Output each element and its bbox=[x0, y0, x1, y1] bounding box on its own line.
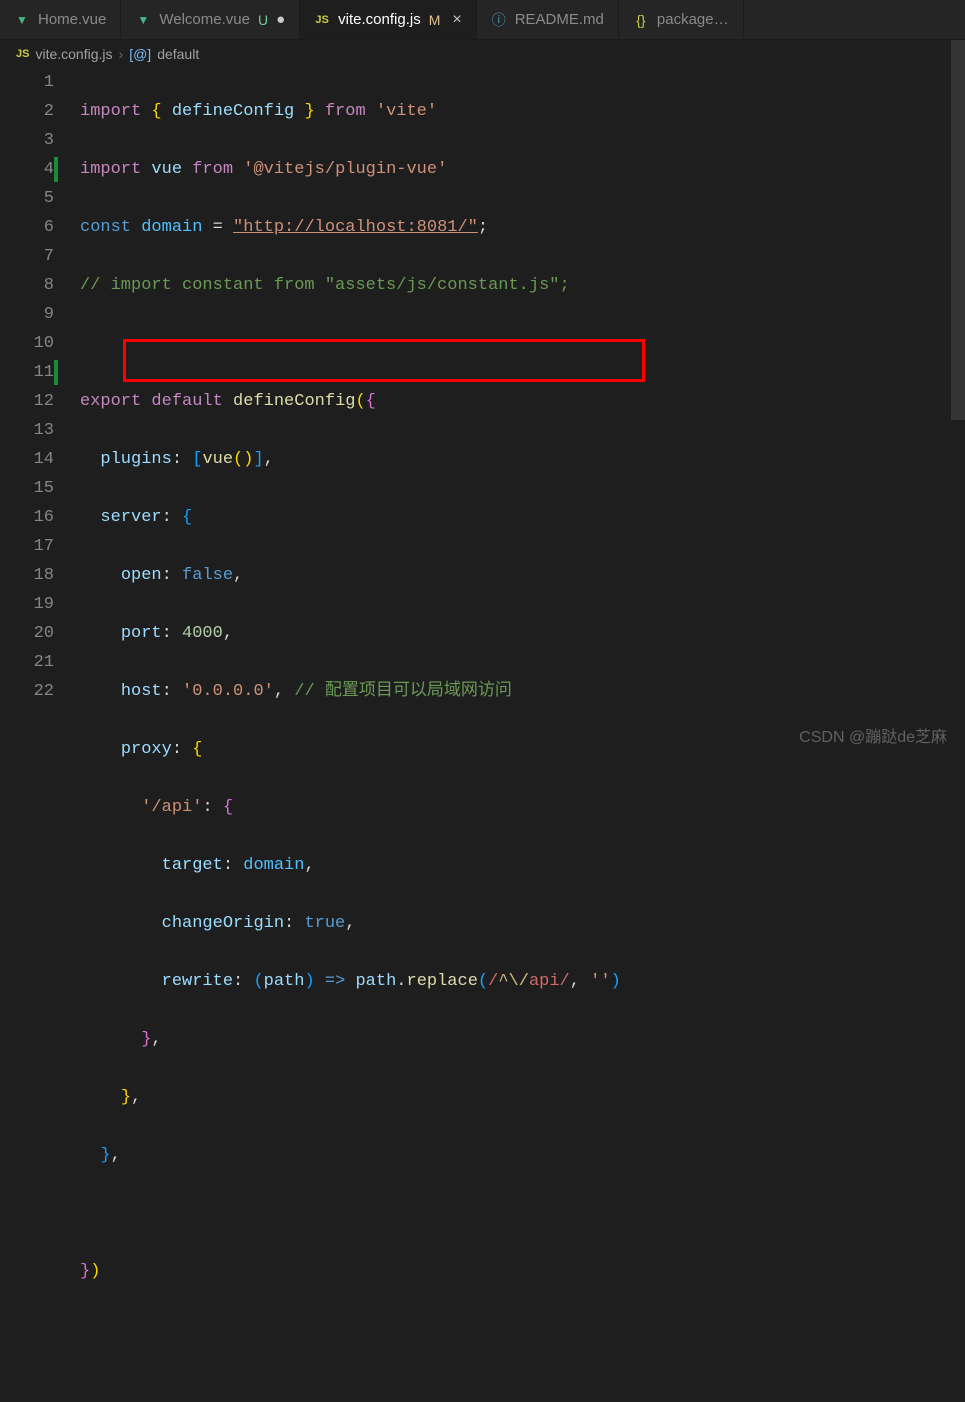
line-number: 19 bbox=[0, 590, 54, 619]
tab-label: package… bbox=[657, 11, 729, 28]
tab-label: vite.config.js bbox=[338, 11, 421, 28]
breadcrumb[interactable]: JS vite.config.js › [@] default bbox=[0, 40, 965, 68]
symbol-icon: [@] bbox=[129, 46, 151, 62]
line-number: 16 bbox=[0, 503, 54, 532]
line-number: 9 bbox=[0, 300, 54, 329]
breadcrumb-symbol: default bbox=[157, 46, 199, 62]
tab-home-vue[interactable]: ▼ Home.vue bbox=[0, 0, 121, 39]
tab-label: Welcome.vue bbox=[159, 11, 250, 28]
tab-vite-config[interactable]: JS vite.config.js M × bbox=[300, 0, 477, 39]
chevron-right-icon: › bbox=[119, 46, 124, 62]
line-number: 8 bbox=[0, 271, 54, 300]
line-number-gutter: 1 2 3 4 5 6 7 8 9 10 11 12 13 14 15 16 1… bbox=[0, 68, 80, 1402]
dirty-indicator: ● bbox=[276, 11, 285, 28]
line-number: 17 bbox=[0, 532, 54, 561]
line-number: 10 bbox=[0, 329, 54, 358]
git-status-untracked: U bbox=[258, 12, 268, 28]
line-number: 15 bbox=[0, 474, 54, 503]
line-number: 6 bbox=[0, 213, 54, 242]
line-number: 13 bbox=[0, 416, 54, 445]
vue-icon: ▼ bbox=[14, 12, 30, 28]
line-number: 18 bbox=[0, 561, 54, 590]
line-number: 3 bbox=[0, 126, 54, 155]
tab-label: Home.vue bbox=[38, 11, 106, 28]
line-number: 11 bbox=[0, 358, 54, 387]
line-number: 1 bbox=[0, 68, 54, 97]
code-content[interactable]: import { defineConfig } from 'vite' impo… bbox=[80, 68, 965, 1402]
line-number: 22 bbox=[0, 677, 54, 706]
line-number: 14 bbox=[0, 445, 54, 474]
info-icon: ⓘ bbox=[491, 12, 507, 28]
tab-label: README.md bbox=[515, 11, 604, 28]
line-number: 21 bbox=[0, 648, 54, 677]
line-number: 20 bbox=[0, 619, 54, 648]
tab-welcome-vue[interactable]: ▼ Welcome.vue U ● bbox=[121, 0, 300, 39]
tab-package[interactable]: {} package… bbox=[619, 0, 744, 39]
line-number: 5 bbox=[0, 184, 54, 213]
js-icon: JS bbox=[314, 12, 330, 28]
vertical-scrollbar[interactable] bbox=[951, 40, 965, 757]
line-number: 2 bbox=[0, 97, 54, 126]
line-number: 12 bbox=[0, 387, 54, 416]
git-status-modified: M bbox=[429, 12, 441, 28]
close-icon[interactable]: × bbox=[452, 11, 461, 29]
code-editor[interactable]: 1 2 3 4 5 6 7 8 9 10 11 12 13 14 15 16 1… bbox=[0, 68, 965, 1402]
line-number: 4 bbox=[0, 155, 54, 184]
breadcrumb-file: vite.config.js bbox=[35, 46, 112, 62]
line-number: 7 bbox=[0, 242, 54, 271]
scrollbar-thumb[interactable] bbox=[951, 40, 965, 420]
json-icon: {} bbox=[633, 12, 649, 28]
editor-tabs: ▼ Home.vue ▼ Welcome.vue U ● JS vite.con… bbox=[0, 0, 965, 40]
vue-icon: ▼ bbox=[135, 12, 151, 28]
tab-readme[interactable]: ⓘ README.md bbox=[477, 0, 619, 39]
js-icon: JS bbox=[16, 48, 29, 60]
